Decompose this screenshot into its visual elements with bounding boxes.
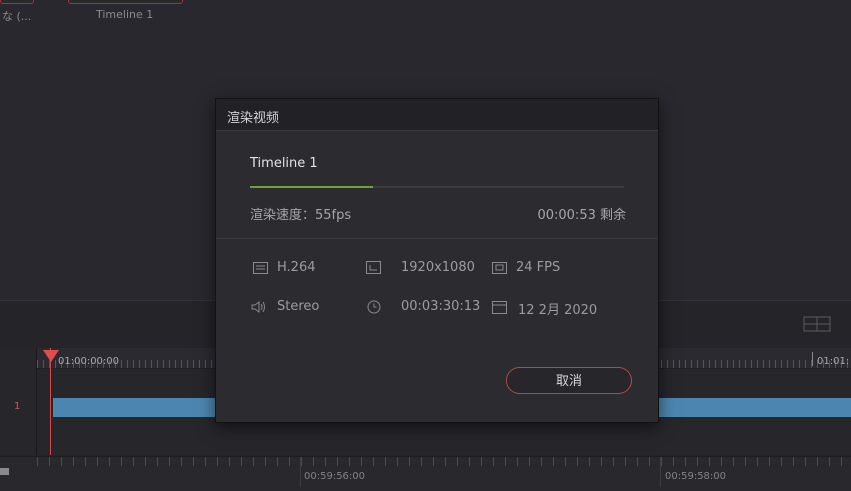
playhead-handle[interactable] [43, 350, 59, 362]
timeline-label: Timeline 1 [96, 8, 154, 21]
codec-value: H.264 [277, 260, 316, 275]
timecode-right: 01:01: [817, 356, 850, 367]
clip-thumbnail[interactable] [0, 0, 34, 4]
render-job-name: Timeline 1 [250, 156, 318, 171]
film-icon [492, 262, 507, 274]
mini-ruler-mark [660, 457, 661, 487]
codec-icon [253, 262, 268, 274]
mini-ruler-ticks [37, 457, 851, 466]
ruler-major-mark [812, 352, 813, 366]
timeline-view-icon[interactable] [803, 315, 831, 333]
render-speed: 渲染速度：55fps [250, 208, 352, 223]
mini-timeline-ruler[interactable]: 00:59:56:00 00:59:58:00 [0, 456, 851, 491]
mini-timecode-2: 00:59:58:00 [665, 471, 727, 482]
duration-value: 00:03:30:13 [401, 299, 481, 314]
resolution-icon [366, 261, 381, 274]
track-number: 1 [14, 401, 21, 412]
track-header[interactable]: 1 [0, 348, 37, 455]
render-progress-fill [250, 186, 374, 188]
render-progress-bar [250, 186, 624, 188]
divider [216, 238, 658, 239]
dialog-title: 渲染视频 [227, 111, 280, 126]
calendar-icon [492, 301, 507, 314]
mini-ruler-mark [300, 457, 301, 487]
track-toggle-icon[interactable] [0, 467, 10, 477]
mini-timecode-1: 00:59:56:00 [304, 471, 366, 482]
timecode-start: 01:00:00:00 [58, 356, 120, 367]
timeline-thumbnail[interactable] [68, 0, 183, 4]
render-dialog: 渲染视频 Timeline 1 渲染速度：55fps 00:00:53 剩余 H… [215, 98, 659, 423]
dialog-header[interactable]: 渲染视频 [216, 99, 658, 131]
resolution-value: 1920x1080 [401, 260, 475, 275]
fps-value: 24 FPS [516, 260, 561, 275]
speaker-icon [251, 301, 265, 313]
audio-value: Stereo [277, 299, 320, 314]
playhead-line[interactable] [50, 348, 51, 455]
cancel-button[interactable]: 取消 [506, 367, 632, 394]
date-value: 12 2月 2020 [518, 303, 598, 318]
clock-icon [367, 300, 381, 314]
time-remaining: 00:00:53 剩余 [537, 208, 626, 223]
clip-label: な (... [2, 10, 32, 23]
